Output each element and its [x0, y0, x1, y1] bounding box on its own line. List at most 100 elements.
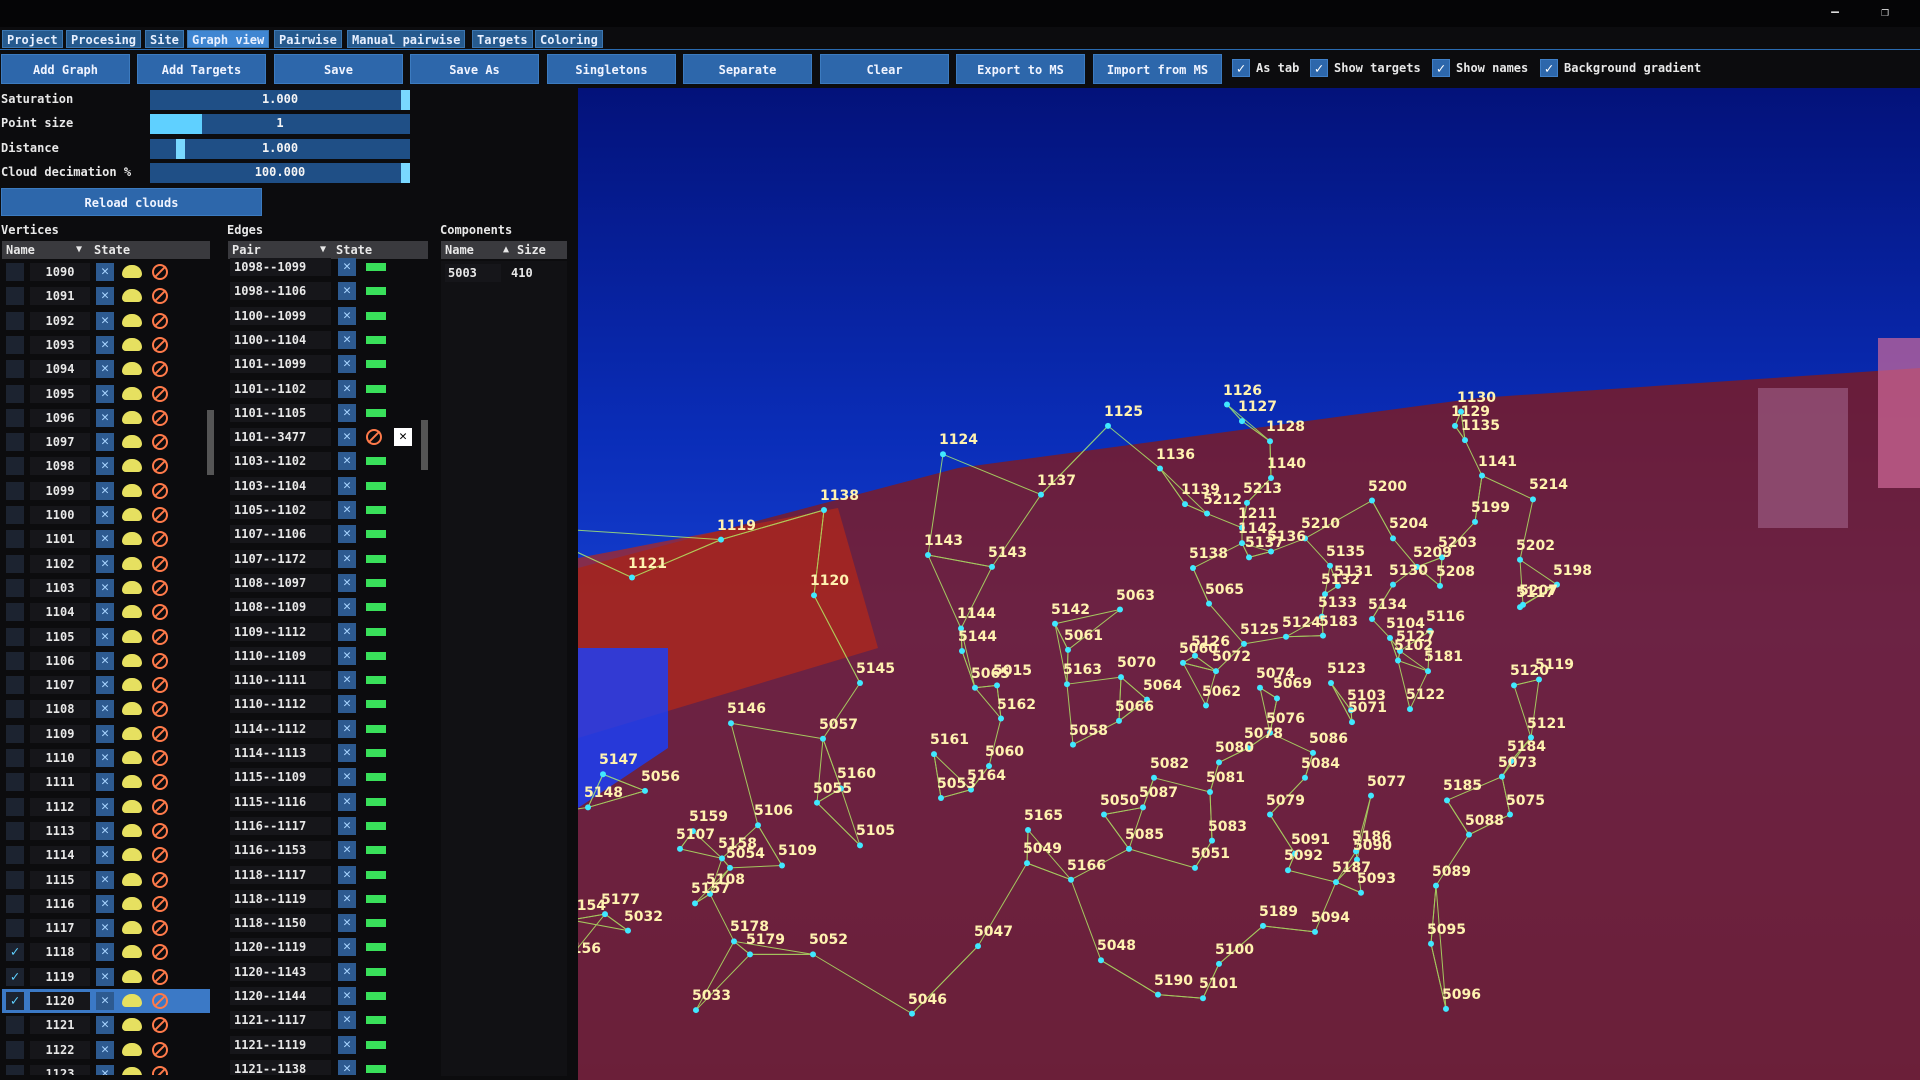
remove-icon[interactable]: ✕ — [338, 914, 356, 933]
graph-node[interactable] — [1499, 773, 1505, 780]
cloud-icon[interactable] — [122, 969, 142, 983]
table-row[interactable]: 1099 ✕ — [2, 479, 210, 503]
remove-icon[interactable]: ✕ — [96, 749, 114, 767]
table-row[interactable]: 1121 ✕ — [2, 1013, 210, 1037]
cloud-icon[interactable] — [122, 337, 142, 351]
export-to-ms-button[interactable]: Export to MS — [956, 54, 1085, 84]
graph-node[interactable] — [1433, 882, 1439, 889]
vertex-checkbox[interactable] — [6, 627, 24, 646]
remove-icon[interactable]: ✕ — [338, 987, 356, 1005]
graph-node[interactable] — [728, 720, 734, 727]
no-cloud-icon[interactable] — [152, 604, 168, 621]
node-label[interactable]: 5159 — [689, 809, 728, 825]
remove-icon[interactable]: ✕ — [96, 457, 114, 476]
add-graph-button[interactable]: Add Graph — [1, 54, 130, 84]
node-label[interactable]: 5083 — [1208, 819, 1247, 835]
remove-icon[interactable]: ✕ — [96, 627, 114, 646]
vertex-checkbox[interactable] — [6, 554, 24, 573]
save-button[interactable]: Save — [274, 54, 403, 84]
graph-node[interactable] — [1472, 518, 1478, 525]
no-cloud-icon[interactable] — [152, 312, 168, 329]
table-row[interactable]: 1117 ✕ — [2, 916, 210, 940]
import-from-ms-button[interactable]: Import from MS — [1093, 54, 1222, 84]
graph-node[interactable] — [1068, 876, 1074, 883]
vertex-checkbox[interactable] — [6, 1040, 24, 1059]
graph-node[interactable] — [1204, 510, 1210, 517]
graph-node[interactable] — [1151, 774, 1157, 781]
remove-icon[interactable]: ✕ — [96, 433, 114, 452]
graph-node[interactable] — [1368, 792, 1374, 799]
table-row[interactable]: 1111 ✕ — [2, 770, 210, 794]
vertices-col-state[interactable]: State — [94, 242, 130, 258]
remove-icon[interactable]: ✕ — [338, 744, 356, 762]
node-label[interactable]: 5204 — [1389, 516, 1428, 532]
remove-icon[interactable]: ✕ — [338, 525, 356, 544]
slider-track[interactable]: 1.000 — [150, 139, 410, 159]
3d-graph-viewport[interactable]: 1126 1127 1125 1128 1124 1130 1129 1135 1136 1140… — [578, 88, 1920, 1080]
cloud-icon[interactable] — [122, 799, 142, 813]
vertex-checkbox[interactable] — [6, 821, 24, 840]
node-label[interactable]: 5082 — [1150, 756, 1189, 772]
node-label[interactable]: 5063 — [1116, 588, 1155, 604]
table-row[interactable]: 1114 ✕ — [2, 843, 210, 867]
graph-node[interactable] — [1182, 501, 1188, 508]
node-label[interactable]: 5209 — [1413, 545, 1452, 561]
graph-node[interactable] — [1126, 845, 1132, 852]
graph-node[interactable] — [1369, 497, 1375, 504]
graph-node[interactable] — [975, 943, 981, 950]
graph-node[interactable] — [938, 794, 944, 801]
vertex-checkbox[interactable] — [6, 287, 24, 306]
node-label[interactable]: 5072 — [1212, 649, 1251, 665]
node-label[interactable]: 5125 — [1240, 622, 1279, 638]
node-label[interactable]: 5181 — [1424, 649, 1463, 665]
node-label[interactable]: 5091 — [1291, 832, 1330, 848]
cloud-icon[interactable] — [122, 410, 142, 424]
table-row[interactable]: 1101--3477 ✕ ✕ — [228, 425, 428, 449]
cloud-icon[interactable] — [122, 726, 142, 740]
menu-graph-view[interactable]: Graph view — [187, 30, 270, 48]
cloud-icon[interactable] — [122, 629, 142, 643]
no-cloud-icon[interactable] — [366, 429, 382, 446]
remove-icon[interactable]: ✕ — [96, 1064, 114, 1075]
graph-node[interactable] — [727, 864, 733, 871]
node-label[interactable]: 5101 — [1199, 976, 1238, 992]
vertex-checkbox[interactable] — [6, 700, 24, 719]
graph-node[interactable] — [814, 799, 820, 806]
graph-node[interactable] — [1285, 867, 1291, 874]
no-cloud-icon[interactable] — [152, 701, 168, 718]
node-label[interactable]: 5154 — [578, 898, 606, 914]
graph-node[interactable] — [1283, 633, 1289, 640]
remove-icon[interactable]: ✕ — [96, 384, 114, 403]
remove-icon[interactable]: ✕ — [96, 676, 114, 695]
table-row[interactable]: 1108--1109 ✕ — [228, 595, 428, 619]
cloud-icon[interactable] — [122, 508, 142, 521]
table-row[interactable]: 1091 ✕ — [2, 284, 210, 308]
graph-node[interactable] — [1157, 465, 1163, 472]
graph-node[interactable] — [1425, 668, 1431, 675]
graph-node[interactable] — [1517, 556, 1523, 563]
no-cloud-icon[interactable] — [152, 1065, 168, 1075]
cloud-icon[interactable] — [122, 1018, 142, 1032]
graph-node[interactable] — [1052, 620, 1058, 627]
node-label[interactable]: 5130 — [1389, 563, 1428, 579]
table-row[interactable]: 1121--1119 ✕ — [228, 1033, 428, 1057]
remove-icon[interactable]: ✕ — [338, 671, 356, 690]
singletons-button[interactable]: Singletons — [547, 54, 676, 84]
graph-node[interactable] — [1065, 646, 1071, 653]
node-label[interactable]: 5075 — [1506, 793, 1545, 809]
no-cloud-icon[interactable] — [152, 507, 168, 523]
vertex-checkbox[interactable]: ✓ — [6, 967, 24, 986]
menu-procesing[interactable]: Procesing — [66, 30, 142, 48]
remove-icon[interactable]: ✕ — [338, 379, 356, 398]
vertices-col-name[interactable]: Name — [6, 242, 35, 258]
graph-node[interactable] — [1064, 681, 1070, 688]
graph-node[interactable] — [731, 938, 737, 945]
cloud-icon[interactable] — [122, 775, 142, 789]
cloud-icon[interactable] — [122, 386, 142, 400]
menu-manual-pairwise[interactable]: Manual pairwise — [347, 30, 466, 48]
remove-icon[interactable]: ✕ — [96, 481, 114, 500]
no-cloud-icon[interactable] — [152, 920, 168, 937]
node-label[interactable]: 5199 — [1471, 500, 1510, 516]
graph-node[interactable] — [719, 855, 725, 862]
remove-icon[interactable]: ✕ — [338, 476, 356, 495]
